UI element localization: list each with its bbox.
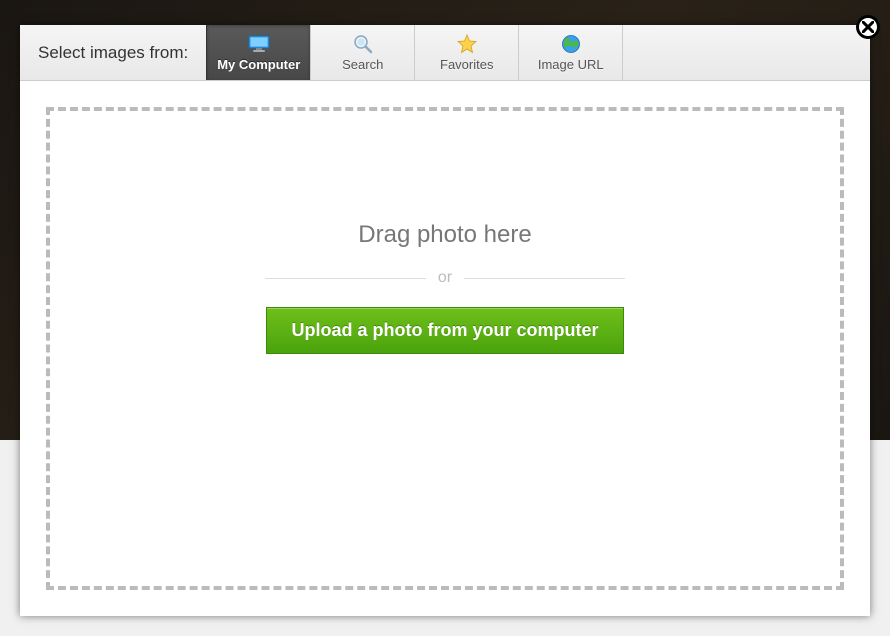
header-prompt: Select images from: (20, 25, 206, 80)
monitor-icon (248, 34, 270, 54)
divider-line (464, 278, 625, 279)
tab-label: Image URL (538, 57, 604, 72)
or-divider: or (265, 269, 625, 287)
globe-icon (561, 34, 581, 54)
tab-bar: My Computer Search Fav (206, 25, 623, 80)
tab-label: Favorites (440, 57, 493, 72)
modal-content: Drag photo here or Upload a photo from y… (20, 81, 870, 616)
tab-image-url[interactable]: Image URL (518, 25, 623, 80)
tab-favorites[interactable]: Favorites (414, 25, 519, 80)
photo-dropzone[interactable]: Drag photo here or Upload a photo from y… (46, 107, 844, 590)
close-icon (862, 21, 874, 33)
or-text: or (438, 269, 452, 287)
image-select-modal: Select images from: My Computer (20, 25, 870, 616)
tab-search[interactable]: Search (310, 25, 415, 80)
close-button[interactable] (856, 15, 880, 39)
tab-my-computer[interactable]: My Computer (206, 25, 311, 80)
upload-button[interactable]: Upload a photo from your computer (266, 307, 623, 354)
tab-label: My Computer (217, 57, 300, 72)
drag-instruction: Drag photo here (358, 221, 531, 249)
magnifier-icon (353, 34, 373, 54)
tab-label: Search (342, 57, 383, 72)
divider-line (265, 278, 426, 279)
star-icon (457, 34, 477, 54)
modal-header: Select images from: My Computer (20, 25, 870, 81)
